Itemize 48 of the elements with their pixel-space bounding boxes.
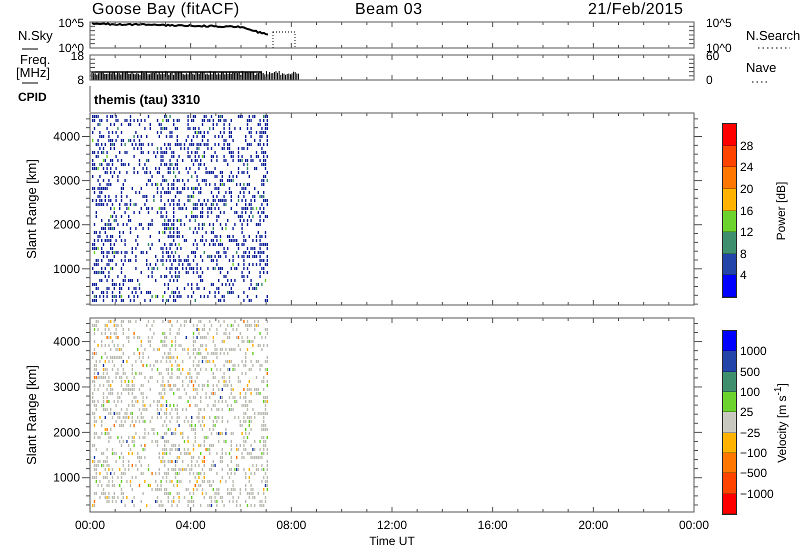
axis-tick-label: 2000 xyxy=(53,218,80,232)
axis-title: Time UT xyxy=(369,534,415,548)
colorbar-label: 500 xyxy=(740,364,760,379)
colorbar-label: 20 xyxy=(740,182,754,196)
axis-tick-label: 12:00 xyxy=(376,518,408,532)
colorbar-title: Power [dB] xyxy=(774,181,788,240)
axis-tick-label: 00:00 xyxy=(678,518,710,532)
axis-tick-label: 4000 xyxy=(53,130,80,144)
colorbar-label: −1000 xyxy=(740,486,774,501)
axis-title: Slant Range [km] xyxy=(24,365,39,465)
axis-tick-label: 3000 xyxy=(53,174,80,188)
colorbar-label: 28 xyxy=(740,138,754,153)
axis-tick-label: 8 xyxy=(77,73,84,87)
axis-tick-label: 20:00 xyxy=(578,518,608,532)
colorbar-label: 24 xyxy=(740,160,754,174)
axis-title: CPID xyxy=(18,90,47,104)
axis-title: Freq. xyxy=(20,52,50,67)
axis-tick-label: 1000 xyxy=(53,470,80,485)
axis-tick-label: 1000 xyxy=(53,262,80,276)
axis-title: Slant Range [km] xyxy=(24,159,39,259)
colorbar-label: 4 xyxy=(740,268,747,282)
axis-unit: [MHz] xyxy=(16,65,50,80)
colorbar-label: 8 xyxy=(740,246,747,261)
cpid-text: themis (tau) 3310 xyxy=(94,92,200,107)
axis-tick-label: 4000 xyxy=(53,334,80,349)
colorbar-label: 100 xyxy=(740,385,760,399)
beam-title: Beam 03 xyxy=(355,1,423,19)
colorbar-label: 16 xyxy=(740,204,754,218)
axis-tick-label: 0 xyxy=(706,73,713,87)
colorbar-label: 25 xyxy=(740,405,754,420)
date-title: 21/Feb/2015 xyxy=(588,1,684,19)
axis-title: N.Sky xyxy=(18,28,53,43)
axis-tick-label: 10^5 xyxy=(58,16,84,30)
axis-title: N.Search xyxy=(746,28,800,43)
axis-tick-label: 00:00 xyxy=(74,518,106,532)
axis-tick-label: 10^5 xyxy=(706,16,732,30)
axis-tick-label: 3000 xyxy=(53,380,80,394)
colorbar-label: −25 xyxy=(740,426,760,440)
colorbar-label: −100 xyxy=(740,446,768,460)
axis-title: Nave xyxy=(746,60,776,75)
axis-tick-label: 04:00 xyxy=(176,518,206,532)
axis-tick-label: 08:00 xyxy=(276,518,306,532)
colorbar-label: 1000 xyxy=(740,344,767,358)
axis-tick-label: 2000 xyxy=(53,425,80,440)
colorbar-label: 12 xyxy=(740,225,754,240)
station-title: Goose Bay (fitACF) xyxy=(92,1,240,19)
axis-tick-label: 16:00 xyxy=(478,518,508,532)
colorbar-label: −500 xyxy=(740,466,768,480)
